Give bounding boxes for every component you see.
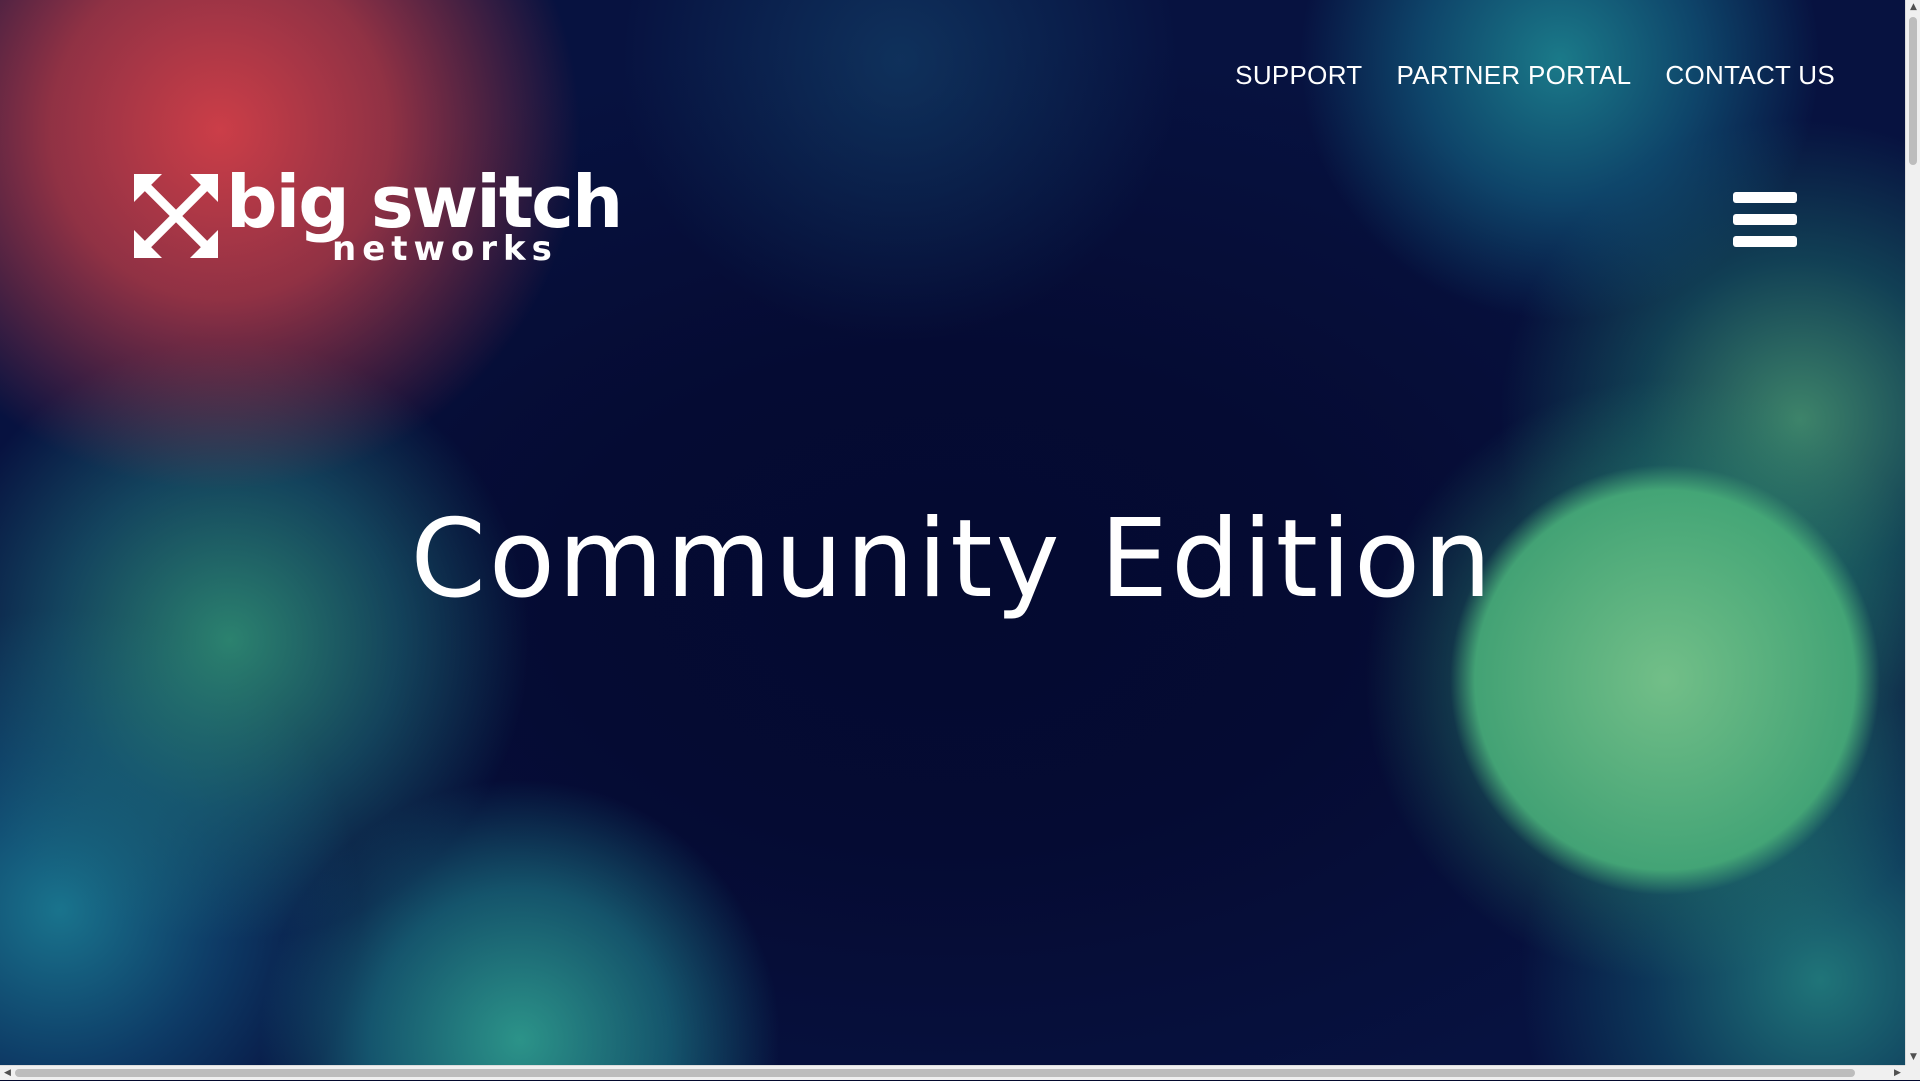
- nav-link-support[interactable]: SUPPORT: [1235, 60, 1362, 91]
- nav-link-partner-portal[interactable]: PARTNER PORTAL: [1397, 60, 1632, 91]
- hamburger-bar: [1733, 236, 1797, 247]
- hamburger-bar: [1733, 214, 1797, 225]
- scroll-right-arrow-icon[interactable]: ▶: [1890, 1066, 1905, 1081]
- scroll-down-arrow-icon[interactable]: ▼: [1906, 1050, 1920, 1065]
- logo-wordmark: big switch networks: [226, 166, 623, 269]
- big-switch-arrows-icon: [134, 174, 218, 258]
- hero-section: SUPPORT PARTNER PORTAL CONTACT US big sw…: [0, 0, 1905, 1065]
- site-logo[interactable]: big switch networks: [132, 166, 623, 269]
- page-title: Community Edition: [410, 497, 1495, 622]
- scrollbar-corner: [1905, 1065, 1920, 1080]
- scroll-left-arrow-icon[interactable]: ◀: [0, 1066, 15, 1081]
- nav-link-contact-us[interactable]: CONTACT US: [1665, 60, 1835, 91]
- logo-sub-text: networks: [332, 229, 558, 269]
- hamburger-bar: [1733, 192, 1797, 203]
- scroll-up-arrow-icon[interactable]: ▲: [1906, 0, 1920, 15]
- vertical-scrollbar[interactable]: ▲ ▼: [1905, 0, 1920, 1065]
- top-navigation: SUPPORT PARTNER PORTAL CONTACT US: [1235, 60, 1835, 91]
- hamburger-menu-icon[interactable]: [1733, 192, 1797, 248]
- vertical-scroll-thumb[interactable]: [1909, 17, 1917, 165]
- logo-main-text: big switch: [226, 160, 623, 244]
- horizontal-scroll-thumb[interactable]: [15, 1069, 1855, 1077]
- horizontal-scrollbar[interactable]: ◀ ▶: [0, 1065, 1905, 1080]
